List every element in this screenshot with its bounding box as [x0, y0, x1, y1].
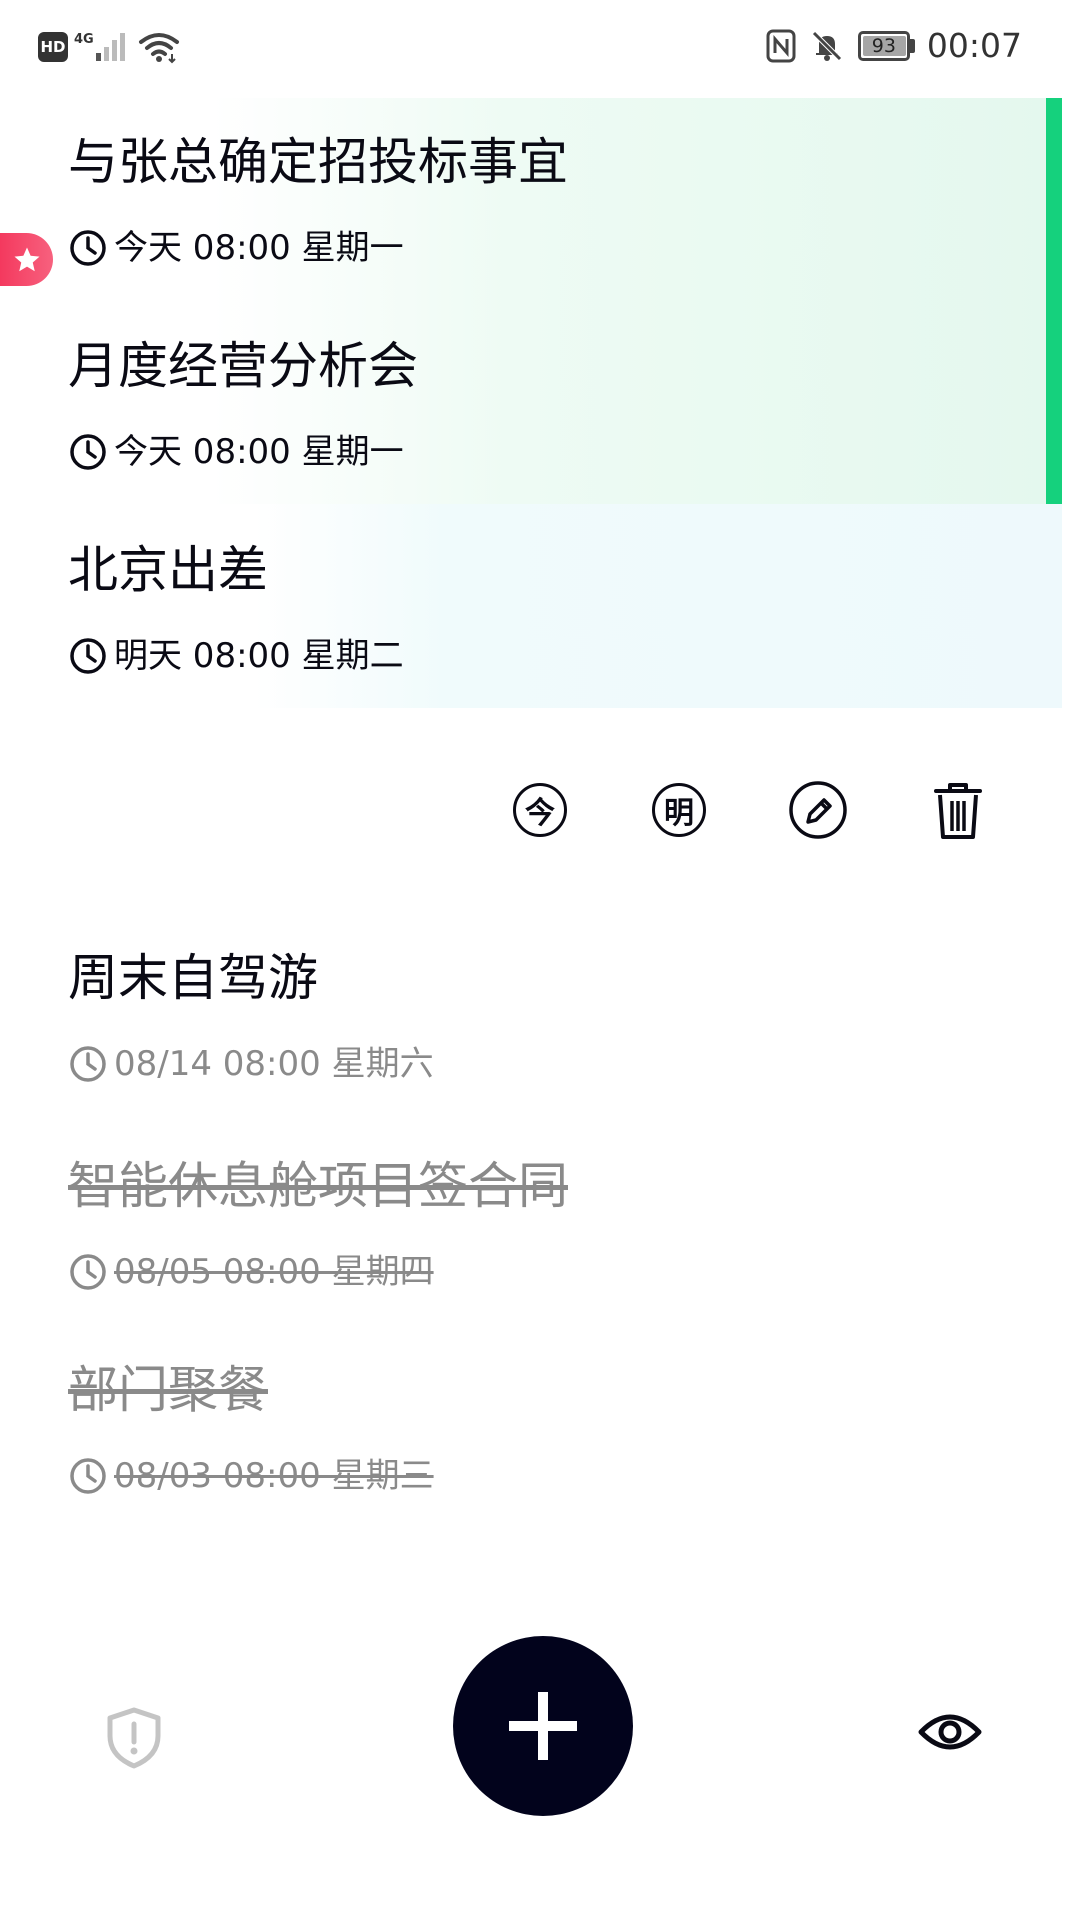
task-title: 月度经营分析会 — [68, 337, 418, 395]
nfc-icon — [766, 29, 796, 62]
task-time-text: 今天 08:00 星期一 — [114, 228, 404, 268]
trash-icon — [934, 783, 982, 839]
battery-tip — [909, 38, 915, 53]
signal-icon — [95, 33, 125, 61]
list-item[interactable]: 北京出差 明天 08:00 星期二 — [68, 540, 968, 676]
hd-badge: HD — [38, 32, 68, 62]
privacy-button[interactable] — [104, 1706, 164, 1770]
selection-indicator — [1046, 98, 1062, 504]
tomorrow-label: 明 — [652, 783, 706, 837]
clock-icon — [70, 1254, 106, 1290]
delete-button[interactable] — [926, 778, 990, 842]
list-item[interactable]: 周末自驾游 08/14 08:00 星期六 — [68, 948, 968, 1084]
task-title: 与张总确定招投标事宜 — [68, 133, 568, 191]
task-time: 08/03 08:00 星期三 — [68, 1456, 434, 1496]
eye-icon — [918, 1714, 982, 1750]
edit-icon — [789, 781, 847, 839]
task-time: 08/05 08:00 星期四 — [68, 1252, 434, 1292]
app-screen: HD 4G 93 00:07 与张总确定招投标事宜 今天 08:00 星期一 月… — [0, 0, 1080, 1920]
status-bar: HD 4G 93 00:07 — [0, 0, 1080, 98]
network-type: 4G — [74, 31, 94, 47]
clock-icon — [70, 1046, 106, 1082]
mute-bell-icon — [812, 30, 842, 61]
clock-icon — [70, 638, 106, 674]
task-time-text: 08/14 08:00 星期六 — [114, 1044, 434, 1084]
task-title: 周末自驾游 — [68, 949, 318, 1007]
add-task-button[interactable] — [453, 1636, 633, 1816]
status-time: 00:07 — [926, 26, 1022, 65]
view-toggle-button[interactable] — [918, 1710, 982, 1754]
move-to-tomorrow-button[interactable]: 明 — [647, 778, 711, 842]
edit-button[interactable] — [786, 778, 850, 842]
task-action-row: 今 明 — [508, 778, 988, 842]
bottom-bar — [0, 1600, 1080, 1816]
status-left: HD 4G — [38, 30, 180, 64]
battery-level: 93 — [871, 34, 896, 57]
task-time: 今天 08:00 星期一 — [68, 228, 404, 268]
today-label: 今 — [513, 783, 567, 837]
wifi-icon — [138, 33, 179, 64]
shield-icon — [107, 1707, 161, 1769]
status-right: 93 00:07 — [766, 26, 1022, 65]
list-item[interactable]: 与张总确定招投标事宜 今天 08:00 星期一 — [68, 132, 968, 268]
task-time-text: 08/03 08:00 星期三 — [114, 1456, 434, 1496]
move-to-today-button[interactable]: 今 — [508, 778, 572, 842]
list-item[interactable]: 智能休息舱项目签合同 08/05 08:00 星期四 — [68, 1156, 968, 1292]
highlight-band-tomorrow — [0, 504, 1062, 708]
clock-icon — [70, 230, 106, 266]
task-time-text: 今天 08:00 星期一 — [114, 432, 404, 472]
clock-icon — [70, 1458, 106, 1494]
plus-icon — [509, 1692, 577, 1760]
task-title: 智能休息舱项目签合同 — [68, 1157, 568, 1215]
task-time: 明天 08:00 星期二 — [68, 636, 404, 676]
task-time: 今天 08:00 星期一 — [68, 432, 404, 472]
star-icon[interactable] — [0, 233, 53, 286]
task-title: 部门聚餐 — [68, 1361, 268, 1419]
clock-icon — [70, 434, 106, 470]
task-time-text: 明天 08:00 星期二 — [114, 636, 404, 676]
list-item[interactable]: 部门聚餐 08/03 08:00 星期三 — [68, 1360, 968, 1496]
battery-indicator: 93 — [857, 30, 910, 61]
active-task-group: 与张总确定招投标事宜 今天 08:00 星期一 月度经营分析会 今天 08:00… — [0, 98, 1062, 708]
task-time-text: 08/05 08:00 星期四 — [114, 1252, 434, 1292]
task-time: 08/14 08:00 星期六 — [68, 1044, 434, 1084]
list-item[interactable]: 月度经营分析会 今天 08:00 星期一 — [68, 336, 968, 472]
task-title: 北京出差 — [68, 541, 268, 599]
